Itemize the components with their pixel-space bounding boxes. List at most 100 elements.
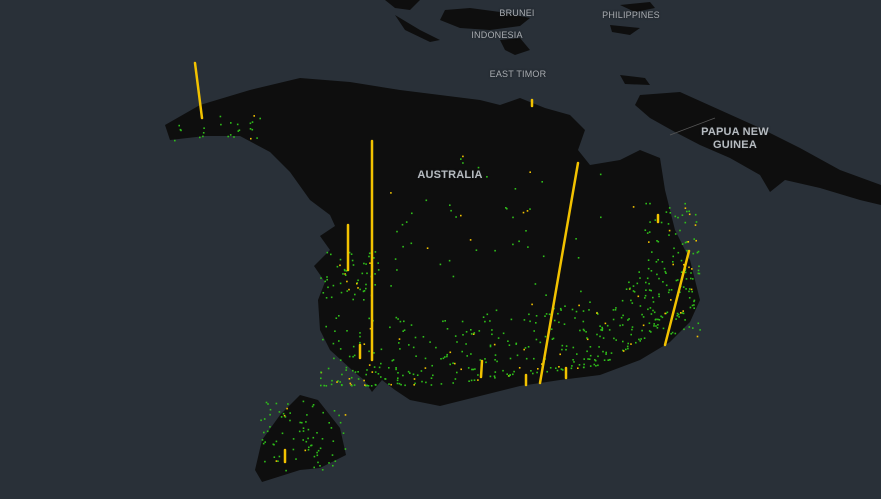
data-point	[230, 122, 232, 124]
data-point	[657, 324, 659, 326]
data-point	[295, 458, 297, 460]
data-point	[676, 312, 679, 315]
data-point	[452, 362, 454, 364]
data-point	[582, 310, 585, 312]
data-point	[665, 284, 668, 287]
data-point	[693, 304, 695, 306]
data-point	[410, 324, 413, 326]
data-point	[448, 259, 451, 262]
data-point	[330, 296, 333, 299]
data-point	[470, 353, 472, 355]
data-point	[377, 269, 380, 271]
label-australia: AUSTRALIA	[417, 169, 483, 181]
label-papua-new-guinea: PAPUA NEW GUINEA	[701, 126, 769, 152]
data-point	[694, 213, 697, 216]
label-east-timor: EAST TIMOR	[489, 69, 547, 79]
data-point	[345, 366, 348, 369]
data-point	[670, 289, 673, 291]
data-point	[431, 364, 433, 367]
data-point	[516, 354, 519, 357]
data-point	[350, 253, 353, 255]
data-point	[558, 321, 560, 324]
data-point	[688, 266, 690, 269]
data-point	[583, 363, 585, 366]
data-point	[412, 346, 415, 349]
data-point	[527, 346, 530, 348]
data-point	[485, 361, 487, 364]
data-point	[395, 367, 397, 369]
data-point	[368, 350, 370, 353]
data-point	[512, 373, 514, 376]
data-point	[251, 128, 254, 131]
data-point	[397, 318, 399, 320]
data-point	[316, 432, 318, 434]
data-point	[673, 247, 675, 250]
tasmania	[255, 395, 346, 482]
data-point	[352, 369, 354, 372]
data-point	[629, 287, 631, 290]
data-point	[507, 340, 509, 342]
data-point	[588, 358, 591, 360]
data-point	[313, 455, 316, 458]
map-view[interactable]: BRUNEI PHILIPPINES INDONESIA EAST TIMOR …	[0, 0, 881, 499]
data-point	[390, 383, 392, 386]
data-point	[338, 414, 340, 417]
data-point	[396, 382, 399, 385]
data-point	[344, 448, 347, 450]
data-point	[656, 273, 658, 276]
data-point	[454, 335, 457, 337]
data-point	[262, 442, 265, 445]
data-point	[675, 318, 677, 320]
data-point	[561, 344, 564, 347]
data-point	[630, 333, 632, 336]
data-point	[578, 364, 581, 366]
data-point	[577, 257, 580, 259]
data-point	[425, 381, 427, 384]
data-point	[680, 312, 682, 314]
data-point	[313, 466, 315, 469]
data-point	[399, 348, 401, 350]
data-point	[287, 403, 289, 405]
data-point	[545, 294, 547, 296]
data-point	[622, 314, 624, 317]
data-point	[525, 357, 528, 360]
data-point	[589, 346, 592, 348]
data-point	[352, 345, 355, 348]
data-point	[292, 438, 295, 440]
data-point	[651, 251, 653, 253]
data-point	[689, 306, 692, 309]
data-point	[203, 127, 205, 129]
data-point	[354, 371, 357, 373]
data-point	[470, 379, 473, 382]
data-point	[506, 373, 508, 375]
data-point	[325, 385, 328, 387]
data-point	[390, 192, 392, 194]
data-point	[468, 380, 470, 382]
indonesia-island	[500, 38, 530, 55]
map-canvas[interactable]	[0, 0, 881, 499]
data-point	[365, 283, 367, 286]
data-point	[558, 366, 560, 368]
data-point	[509, 357, 512, 360]
data-point	[359, 332, 361, 334]
data-point	[599, 173, 602, 176]
data-point	[530, 370, 532, 372]
data-point	[302, 430, 305, 432]
data-point	[373, 257, 375, 259]
data-point	[316, 451, 318, 454]
data-point	[637, 295, 640, 298]
data-point	[589, 365, 592, 367]
data-point	[462, 155, 464, 158]
data-point	[442, 357, 445, 360]
data-point	[388, 367, 390, 369]
data-point	[640, 338, 642, 340]
data-point	[605, 351, 607, 354]
data-point	[454, 362, 456, 365]
data-point	[421, 380, 423, 383]
data-point	[384, 378, 386, 380]
data-point	[269, 413, 271, 416]
data-point	[390, 285, 392, 287]
data-point	[625, 348, 627, 351]
data-point	[573, 361, 575, 363]
data-bar[interactable]	[479, 359, 484, 379]
